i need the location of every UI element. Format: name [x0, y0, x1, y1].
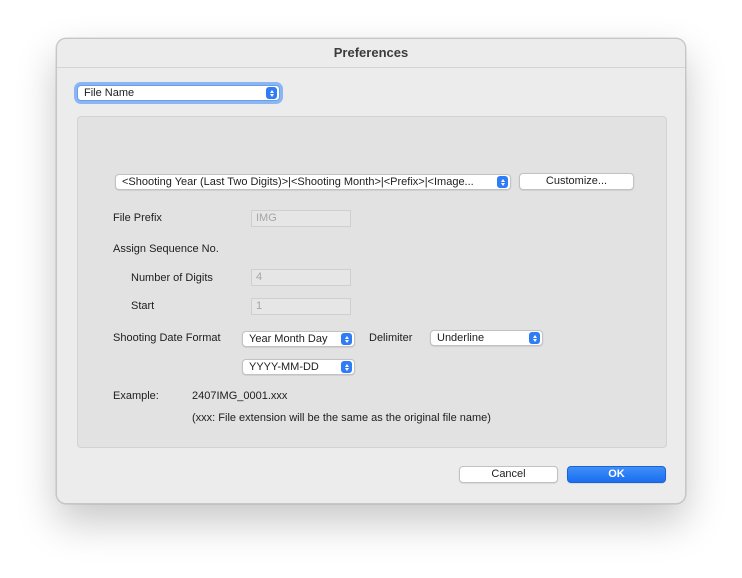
start-field[interactable]: 1 — [251, 298, 351, 315]
file-name-settings-panel: <Shooting Year (Last Two Digits)>|<Shoot… — [77, 116, 667, 448]
number-of-digits-label: Number of Digits — [131, 272, 213, 284]
start-label: Start — [131, 300, 155, 312]
naming-pattern-value: <Shooting Year (Last Two Digits)>|<Shoot… — [122, 176, 474, 188]
preferences-window: Preferences File Name <Shooting Year (La… — [56, 38, 686, 504]
delimiter-label: Delimiter — [369, 332, 413, 344]
delimiter-popup[interactable]: Underline — [430, 330, 543, 346]
customize-button[interactable]: Customize... — [519, 173, 634, 190]
number-of-digits-field[interactable]: 4 — [251, 269, 351, 286]
popup-arrows-icon — [341, 361, 352, 373]
popup-arrows-icon — [266, 87, 277, 99]
file-prefix-label: File Prefix — [113, 212, 162, 224]
popup-arrows-icon — [497, 176, 508, 188]
window-title: Preferences — [57, 39, 685, 68]
cancel-button[interactable]: Cancel — [459, 466, 558, 483]
shooting-date-format-label: Shooting Date Format — [113, 332, 221, 344]
example-value: 2407IMG_0001.xxx — [192, 390, 288, 402]
assign-sequence-label: Assign Sequence No. — [113, 243, 219, 255]
popup-arrows-icon — [341, 333, 352, 345]
date-format-value: YYYY-MM-DD — [249, 361, 319, 373]
date-order-value: Year Month Day — [249, 333, 328, 345]
file-prefix-field[interactable]: IMG — [251, 210, 351, 227]
date-format-popup[interactable]: YYYY-MM-DD — [242, 359, 355, 375]
section-popup[interactable]: File Name — [77, 85, 280, 101]
ok-button[interactable]: OK — [567, 466, 666, 483]
example-label: Example: — [113, 390, 159, 402]
delimiter-value: Underline — [437, 332, 485, 344]
popup-arrows-icon — [529, 332, 540, 344]
naming-pattern-popup[interactable]: <Shooting Year (Last Two Digits)>|<Shoot… — [115, 174, 511, 190]
section-popup-value: File Name — [84, 87, 135, 99]
example-note: (xxx: File extension will be the same as… — [192, 412, 491, 424]
date-order-popup[interactable]: Year Month Day — [242, 331, 355, 347]
